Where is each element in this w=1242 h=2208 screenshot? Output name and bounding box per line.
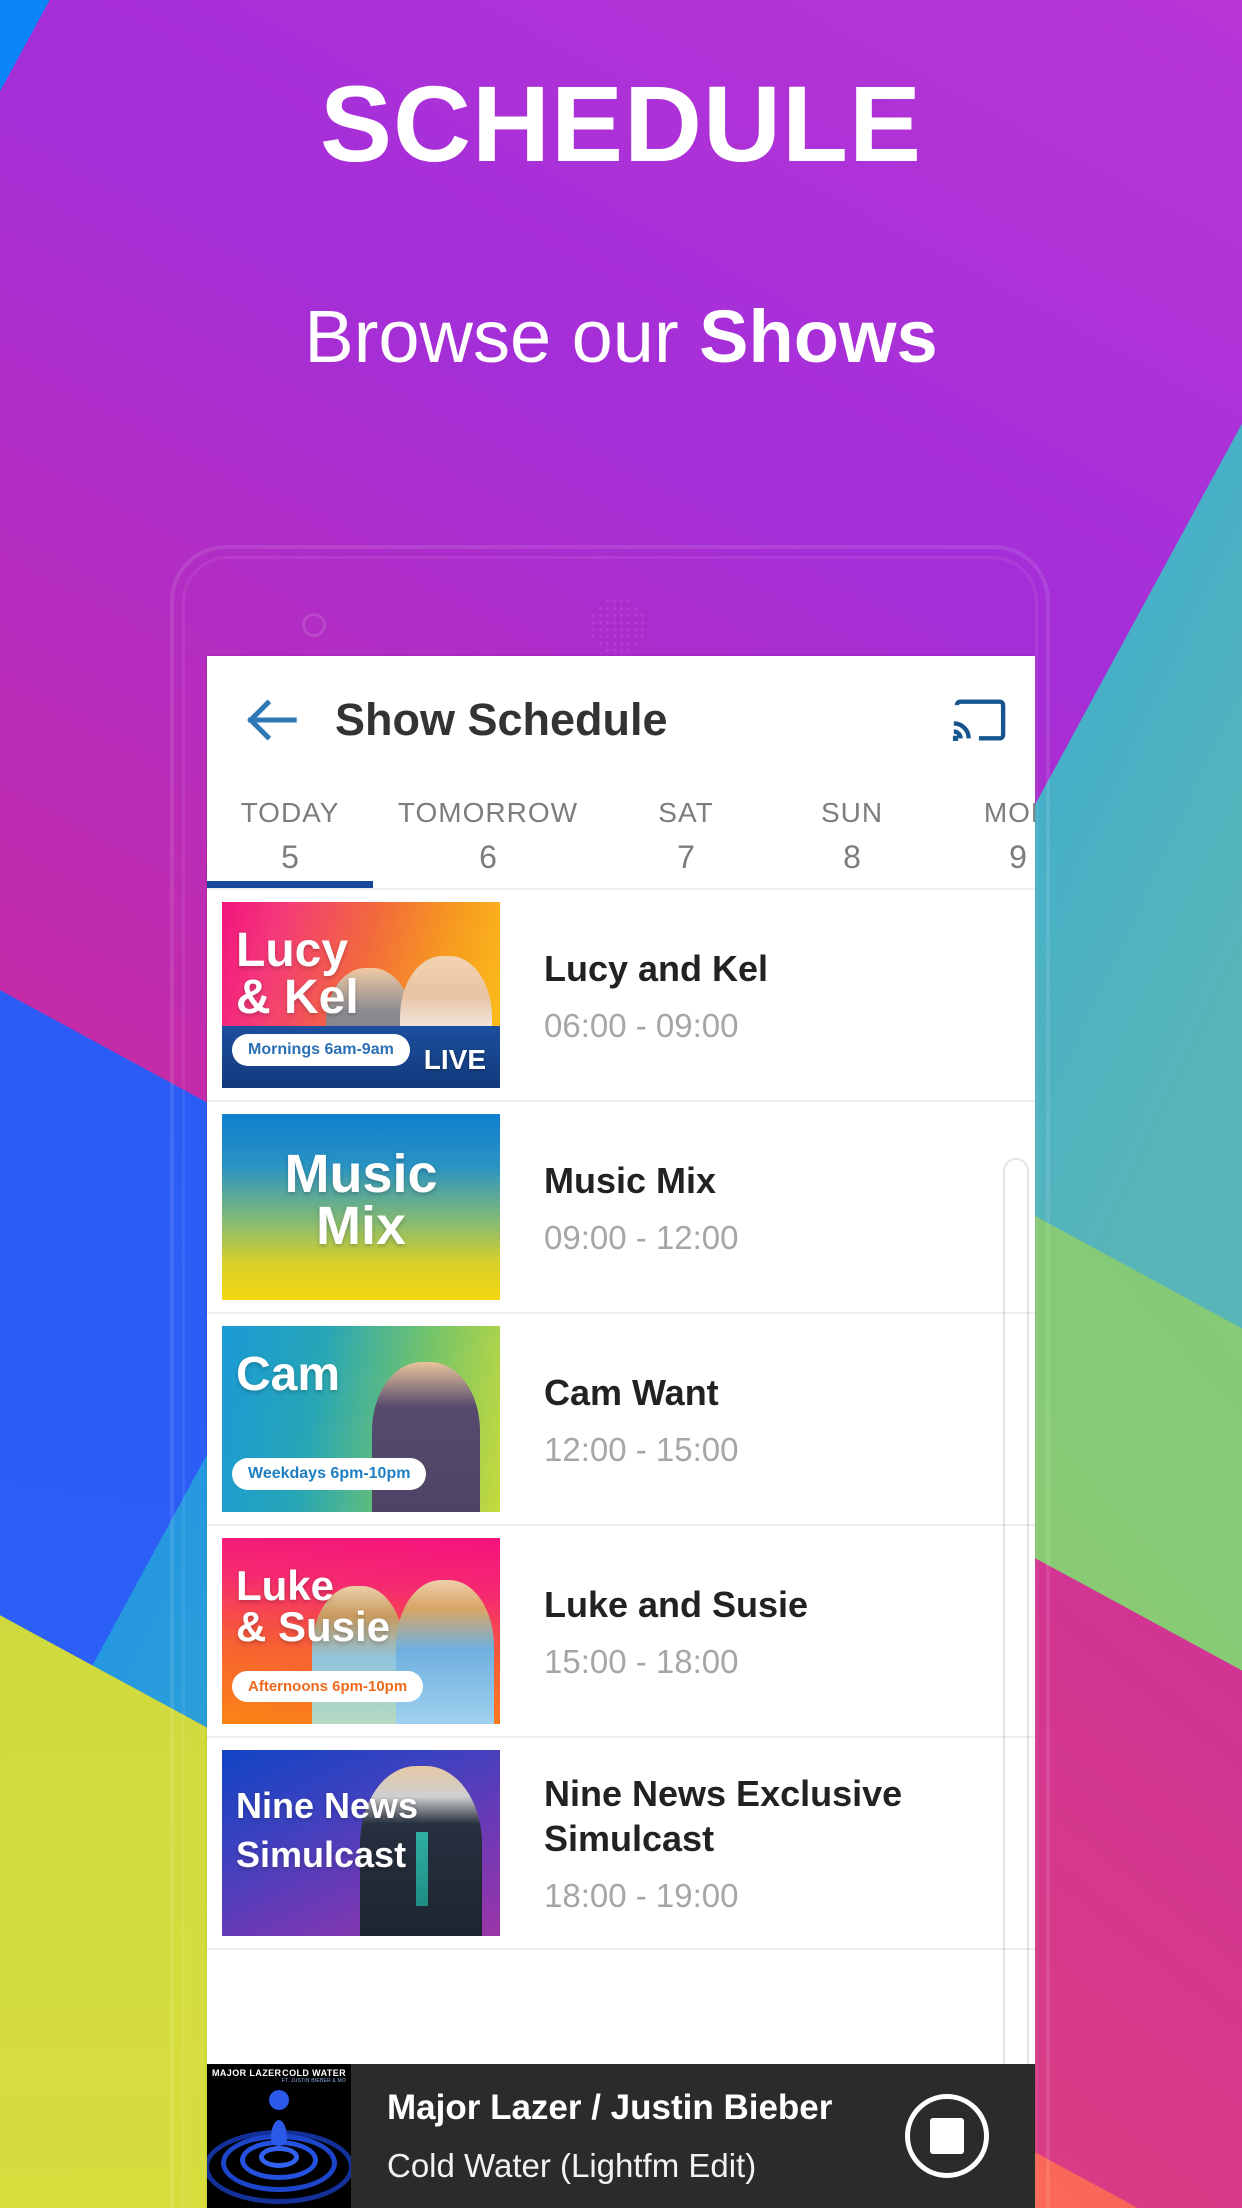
show-name: Nine News Exclusive Simulcast bbox=[544, 1773, 903, 1859]
thumbnail-title-line: Mix bbox=[315, 1196, 407, 1257]
day-tabs[interactable]: TODAY 5 TOMORROW 6 SAT 7 SUN 8 MON 9 bbox=[207, 784, 1035, 890]
track-info: Major Lazer / Justin Bieber Cold Water (… bbox=[351, 2087, 905, 2185]
show-time: 15:00 - 18:00 bbox=[544, 1642, 739, 1680]
show-info: Cam Want 12:00 - 15:00 bbox=[500, 1326, 1035, 1512]
thumbnail-badge: Afternoons 6pm-10pm bbox=[232, 1671, 424, 1702]
phone-speaker-grille bbox=[590, 598, 646, 654]
track-artist: Major Lazer / Justin Bieber bbox=[387, 2088, 833, 2127]
album-title-block: COLD WATER FT. JUSTIN BIEBER & MO bbox=[282, 2068, 346, 2084]
tab-date: 8 bbox=[843, 838, 861, 875]
show-time: 09:00 - 12:00 bbox=[544, 1218, 739, 1256]
list-item[interactable]: Luke & Susie Afternoons 6pm-10pm Luke an… bbox=[207, 1526, 1035, 1738]
album-artist-label: MAJOR LAZER bbox=[212, 2068, 282, 2078]
back-arrow-icon[interactable] bbox=[241, 691, 299, 749]
tab-sun[interactable]: SUN 8 bbox=[769, 784, 935, 888]
tab-today[interactable]: TODAY 5 bbox=[207, 784, 373, 888]
thumbnail-title: Nine News Simulcast bbox=[236, 1782, 418, 1879]
thumbnail-title-line: Music bbox=[284, 1144, 438, 1204]
cast-icon[interactable] bbox=[951, 696, 1009, 744]
show-info: Lucy and Kel 06:00 - 09:00 bbox=[500, 902, 1035, 1088]
tab-label: SAT bbox=[658, 796, 714, 828]
show-time: 06:00 - 09:00 bbox=[544, 1006, 739, 1044]
thumbnail-title-line: & Kel bbox=[236, 970, 359, 1024]
thumbnail-title: Luke & Susie bbox=[236, 1562, 391, 1650]
app-screen: Show Schedule TODAY 5 TOMORROW 6 SAT 7 S… bbox=[207, 656, 1035, 2208]
show-thumbnail: Lucy & Kel Mornings 6am-9am LIVE bbox=[222, 902, 500, 1088]
hero-subtitle-light: Browse our bbox=[304, 295, 700, 378]
show-info: Music Mix 09:00 - 12:00 bbox=[500, 1114, 1035, 1300]
ripple-ring bbox=[259, 2146, 299, 2168]
live-badge: LIVE bbox=[423, 1044, 486, 1075]
show-name: Cam Want bbox=[544, 1371, 719, 1413]
show-time: 18:00 - 19:00 bbox=[544, 1877, 739, 1914]
show-name: Music Mix bbox=[544, 1159, 717, 1201]
show-info: Luke and Susie 15:00 - 18:00 bbox=[500, 1538, 1035, 1724]
tab-selected-indicator bbox=[207, 881, 373, 888]
show-time: 12:00 - 15:00 bbox=[544, 1430, 739, 1468]
tab-label: MON bbox=[983, 796, 1035, 828]
track-title: Cold Water (Lightfm Edit) bbox=[387, 2147, 757, 2184]
thumbnail-badge: Mornings 6am-9am bbox=[232, 1034, 410, 1066]
album-title-label: COLD WATER bbox=[282, 2068, 346, 2078]
stop-button[interactable] bbox=[905, 2094, 989, 2178]
tab-date: 7 bbox=[677, 838, 695, 875]
thumbnail-title-line: Luke bbox=[236, 1562, 335, 1609]
album-sub-label: FT. JUSTIN BIEBER & MO bbox=[281, 2078, 346, 2084]
now-playing-bar[interactable]: MAJOR LAZER COLD WATER FT. JUSTIN BIEBER… bbox=[207, 2064, 1035, 2208]
show-info: Nine News Exclusive Simulcast 18:00 - 19… bbox=[500, 1750, 1035, 1936]
tab-label: SUN bbox=[820, 796, 884, 828]
album-artwork: MAJOR LAZER COLD WATER FT. JUSTIN BIEBER… bbox=[207, 2064, 351, 2208]
thumbnail-title: Music Mix bbox=[222, 1144, 500, 1257]
stop-icon bbox=[930, 2118, 964, 2154]
thumbnail-title: Cam bbox=[236, 1348, 341, 1401]
hero-subtitle-bold: Shows bbox=[699, 295, 938, 378]
tab-date: 9 bbox=[1009, 838, 1027, 875]
show-thumbnail: Nine News Simulcast bbox=[222, 1750, 500, 1936]
tab-label: TOMORROW bbox=[397, 796, 579, 828]
thumbnail-title-line: Nine News bbox=[236, 1785, 419, 1826]
tab-sat[interactable]: SAT 7 bbox=[603, 784, 769, 888]
thumbnail-title: Lucy & Kel bbox=[236, 924, 359, 1024]
list-item[interactable]: Cam Weekdays 6pm-10pm Cam Want 12:00 - 1… bbox=[207, 1314, 1035, 1526]
page-title: Show Schedule bbox=[335, 694, 668, 745]
show-name: Luke and Susie bbox=[544, 1583, 809, 1625]
tab-tomorrow[interactable]: TOMORROW 6 bbox=[373, 784, 603, 888]
thumbnail-title-line: Lucy bbox=[236, 924, 349, 977]
promo-screenshot: SCHEDULE Browse our Shows Show Schedule … bbox=[0, 0, 1242, 2208]
hero-title: SCHEDULE bbox=[319, 63, 923, 184]
phone-front-camera bbox=[302, 613, 326, 637]
list-item[interactable]: Music Mix Music Mix 09:00 - 12:00 bbox=[207, 1102, 1035, 1314]
show-thumbnail: Cam Weekdays 6pm-10pm bbox=[222, 1326, 500, 1512]
schedule-list[interactable]: Lucy & Kel Mornings 6am-9am LIVE Lucy an… bbox=[207, 890, 1035, 2118]
host-figure bbox=[396, 1580, 494, 1724]
thumbnail-badge: Weekdays 6pm-10pm bbox=[232, 1458, 427, 1490]
show-thumbnail: Music Mix bbox=[222, 1114, 500, 1300]
thumbnail-title-line: Cam bbox=[236, 1348, 341, 1401]
tab-date: 5 bbox=[281, 838, 299, 875]
tab-label: TODAY bbox=[240, 796, 340, 828]
tab-date: 6 bbox=[479, 838, 497, 875]
show-thumbnail: Luke & Susie Afternoons 6pm-10pm bbox=[222, 1538, 500, 1724]
thumbnail-title-line: Simulcast bbox=[236, 1833, 407, 1875]
hero-subtitle: Browse our Shows bbox=[0, 300, 1242, 374]
show-name: Lucy and Kel bbox=[544, 947, 769, 989]
thumbnail-title-line: & Susie bbox=[236, 1602, 391, 1650]
water-droplet-small bbox=[269, 2090, 289, 2110]
list-item[interactable]: Lucy & Kel Mornings 6am-9am LIVE Lucy an… bbox=[207, 890, 1035, 1102]
water-drop bbox=[271, 2120, 287, 2146]
tab-mon[interactable]: MON 9 bbox=[935, 784, 1035, 888]
list-item[interactable]: Nine News Simulcast Nine News Exclusive … bbox=[207, 1738, 1035, 1950]
app-bar: Show Schedule bbox=[207, 656, 1035, 784]
